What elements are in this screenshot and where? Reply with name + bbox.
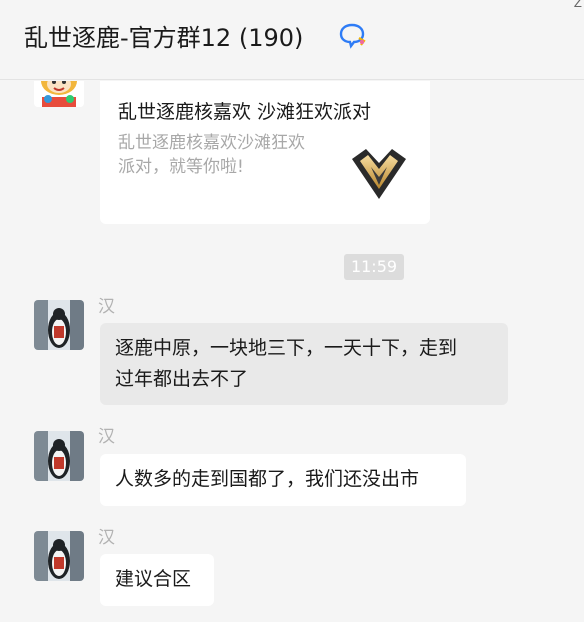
sender-name: 汉 (98, 528, 115, 548)
sender-name: 汉 (98, 297, 115, 317)
card-desc-line-1: 乱世逐鹿核嘉欢沙滩狂欢 (118, 133, 305, 153)
card-description: 乱世逐鹿核嘉欢沙滩狂欢 派对，就等你啦! (118, 131, 330, 179)
penguin-avatar-icon (34, 431, 84, 481)
game-crest-logo-icon (352, 149, 406, 199)
avatar[interactable] (34, 81, 84, 107)
penguin-avatar-icon (34, 300, 84, 350)
message-list[interactable]: 乱世逐鹿核嘉欢 沙滩狂欢派对 乱世逐鹿核嘉欢沙滩狂欢 派对，就等你啦! 11:5… (0, 81, 584, 622)
group-title[interactable]: 乱世逐鹿-官方群12 (190) (24, 18, 303, 53)
card-title: 乱世逐鹿核嘉欢 沙滩狂欢派对 (118, 101, 372, 123)
event-card[interactable]: 乱世逐鹿核嘉欢 沙滩狂欢派对 乱世逐鹿核嘉欢沙滩狂欢 派对，就等你啦! (100, 81, 430, 224)
avatar[interactable] (34, 300, 84, 350)
penguin-avatar-icon (34, 531, 84, 581)
message-bubble[interactable]: 逐鹿中原，一块地三下，一天十下，走到 过年都出去不了 (100, 323, 508, 405)
message-bubble[interactable]: 人数多的走到国都了，我们还没出市 (100, 454, 466, 506)
timestamp: 11:59 (344, 254, 404, 280)
message-line-1: 逐鹿中原，一块地三下，一天十下，走到 (115, 337, 458, 359)
corner-mark: Z (573, 0, 582, 10)
sender-name: 汉 (98, 427, 115, 447)
monkey-avatar-icon (34, 81, 84, 107)
chat-header: 乱世逐鹿-官方群12 (190) Z (0, 0, 584, 80)
group-chat-icon[interactable] (338, 22, 368, 50)
avatar[interactable] (34, 431, 84, 481)
message-line-2: 过年都出去不了 (115, 368, 249, 390)
message-bubble[interactable]: 建议合区 (100, 554, 214, 606)
avatar[interactable] (34, 531, 84, 581)
card-desc-line-2: 派对，就等你啦! (118, 157, 244, 177)
